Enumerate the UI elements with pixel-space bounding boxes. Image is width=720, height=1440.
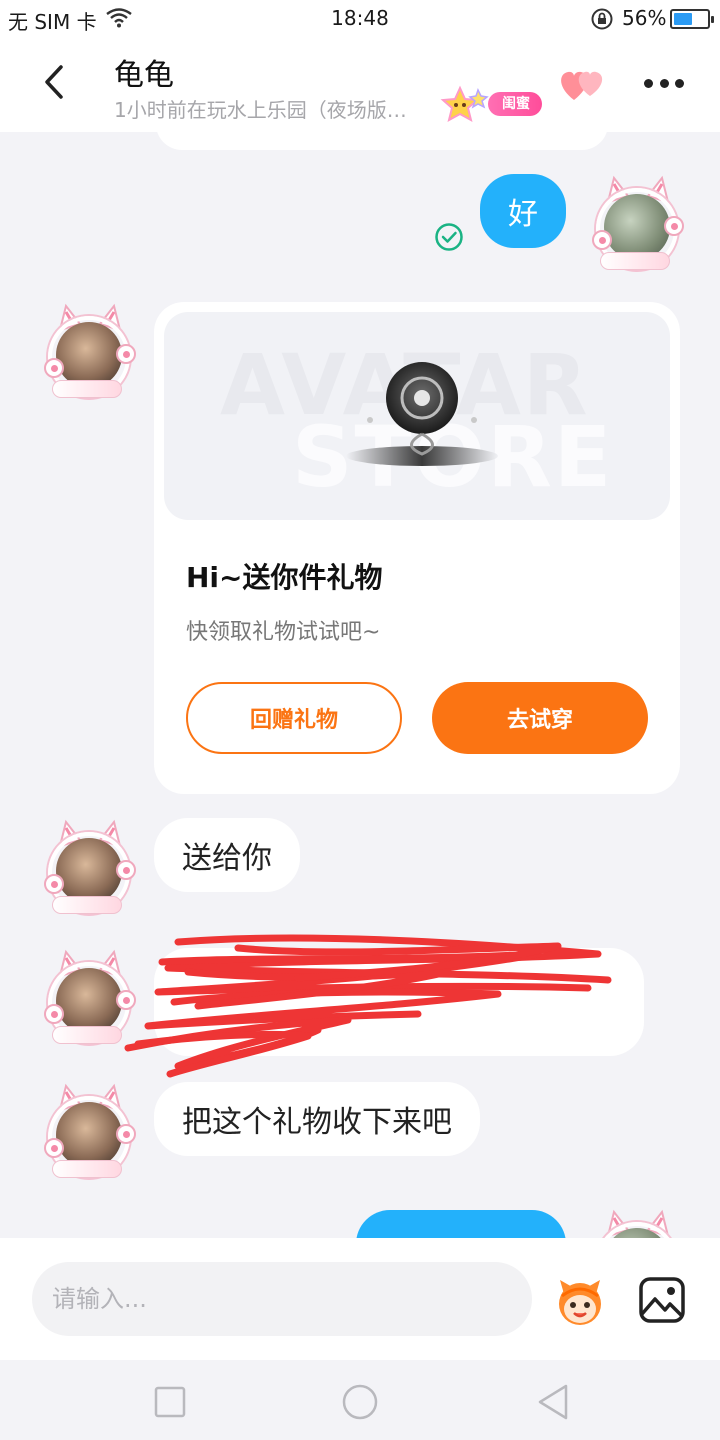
- avatar-photo: [604, 194, 670, 260]
- back-arrow-icon: [45, 65, 63, 99]
- friend-avatar[interactable]: [42, 1082, 138, 1178]
- my-avatar[interactable]: [590, 1208, 686, 1238]
- message-text: 好: [508, 197, 538, 232]
- hearts-icon[interactable]: [556, 66, 608, 102]
- avatar-photo: [56, 1102, 122, 1168]
- chat-header: 龟龟 1小时前在玩水上乐园（夜场版… 闺蜜: [0, 38, 720, 132]
- message-text: 送给你: [182, 841, 272, 876]
- dot-icon: [644, 78, 653, 88]
- paw-icon: [44, 358, 64, 378]
- avatar-photo: [56, 322, 122, 388]
- avatar-photo: [56, 838, 122, 904]
- paw-icon: [44, 1004, 64, 1024]
- chat-message-list[interactable]: 好 AVATAR STORE: [0, 132, 720, 1238]
- message-text: 把这个礼物收下来吧: [182, 1105, 452, 1140]
- emoji-sticker-icon[interactable]: [554, 1276, 606, 1328]
- battery-icon: [670, 9, 714, 29]
- rotation-lock-icon: [591, 8, 613, 30]
- battery-percent: 56%: [622, 6, 667, 30]
- avatar-tail: [52, 1160, 122, 1178]
- dot-icon: [675, 78, 684, 88]
- read-check-icon: [435, 223, 463, 251]
- recent-apps-button[interactable]: [150, 1382, 190, 1422]
- message-bubble-outgoing[interactable]: 好: [480, 174, 566, 248]
- paw-icon: [44, 1138, 64, 1158]
- battery-fill: [674, 13, 692, 25]
- try-on-button[interactable]: 去试穿: [432, 682, 648, 754]
- message-input[interactable]: [32, 1262, 532, 1336]
- more-options-button[interactable]: [640, 68, 688, 98]
- message-bubble-incoming[interactable]: 送给你: [154, 818, 300, 892]
- relationship-badge: 闺蜜: [488, 92, 542, 116]
- dot-icon: [659, 78, 669, 88]
- status-bar: 无 SIM 卡 18:48 56%: [0, 0, 720, 38]
- back-button[interactable]: [30, 58, 78, 106]
- my-avatar[interactable]: [590, 174, 686, 270]
- gift-title: Hi~送你件礼物: [186, 561, 383, 594]
- paw-icon: [592, 230, 612, 250]
- paw-icon: [44, 874, 64, 894]
- message-bubble-incoming[interactable]: 把这个礼物收下来吧: [154, 1082, 480, 1156]
- paw-icon: [116, 1124, 136, 1144]
- gift-banner: AVATAR STORE: [164, 312, 670, 520]
- friend-avatar[interactable]: [42, 818, 138, 914]
- paw-icon: [116, 344, 136, 364]
- gift-subtitle: 快领取礼物试试吧~: [186, 620, 381, 645]
- image-picker-icon[interactable]: [638, 1276, 686, 1324]
- avatar-photo: [56, 968, 122, 1034]
- chat-title: 龟龟: [114, 58, 174, 93]
- gift-item-icon: [346, 362, 498, 466]
- friend-avatar[interactable]: [42, 302, 138, 398]
- redaction-scribble: [124, 934, 612, 1078]
- paw-icon: [664, 216, 684, 236]
- avatar-tail: [600, 252, 670, 270]
- gift-card[interactable]: AVATAR STORE: [154, 302, 680, 794]
- system-navigation-bar: [0, 1360, 720, 1440]
- message-bubble-outgoing[interactable]: [356, 1210, 566, 1238]
- previous-message-bubble[interactable]: [156, 132, 608, 150]
- paw-icon: [116, 860, 136, 880]
- home-button[interactable]: [340, 1382, 380, 1422]
- avatar-tail: [52, 380, 122, 398]
- message-input-bar: [0, 1238, 720, 1360]
- avatar-tail: [52, 1026, 122, 1044]
- back-nav-button[interactable]: [532, 1382, 572, 1422]
- avatar-tail: [52, 896, 122, 914]
- return-gift-button[interactable]: 回赠礼物: [186, 682, 402, 754]
- chat-activity-status: 1小时前在玩水上乐园（夜场版…: [114, 98, 407, 122]
